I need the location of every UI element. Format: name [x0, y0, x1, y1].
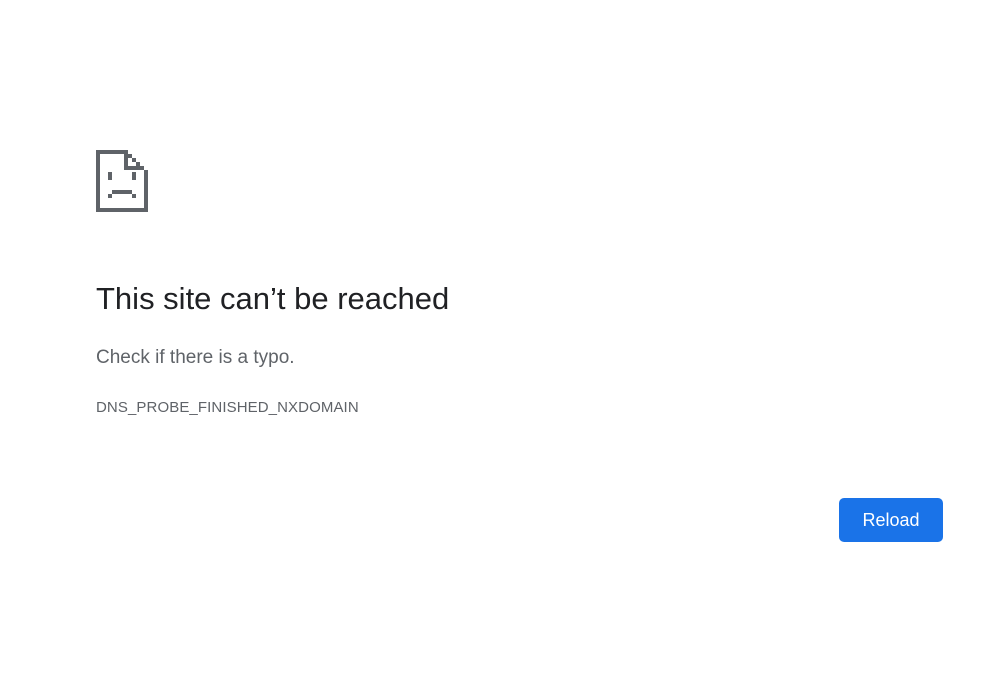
error-code: DNS_PROBE_FINISHED_NXDOMAIN — [96, 399, 359, 416]
error-page: This site can’t be reached Check if ther… — [0, 0, 1000, 684]
page-title: This site can’t be reached — [96, 281, 450, 316]
reload-button[interactable]: Reload — [839, 498, 943, 542]
typo-suggestion-text: Check if there is a typo. — [96, 347, 295, 368]
sad-document-icon — [96, 150, 148, 212]
